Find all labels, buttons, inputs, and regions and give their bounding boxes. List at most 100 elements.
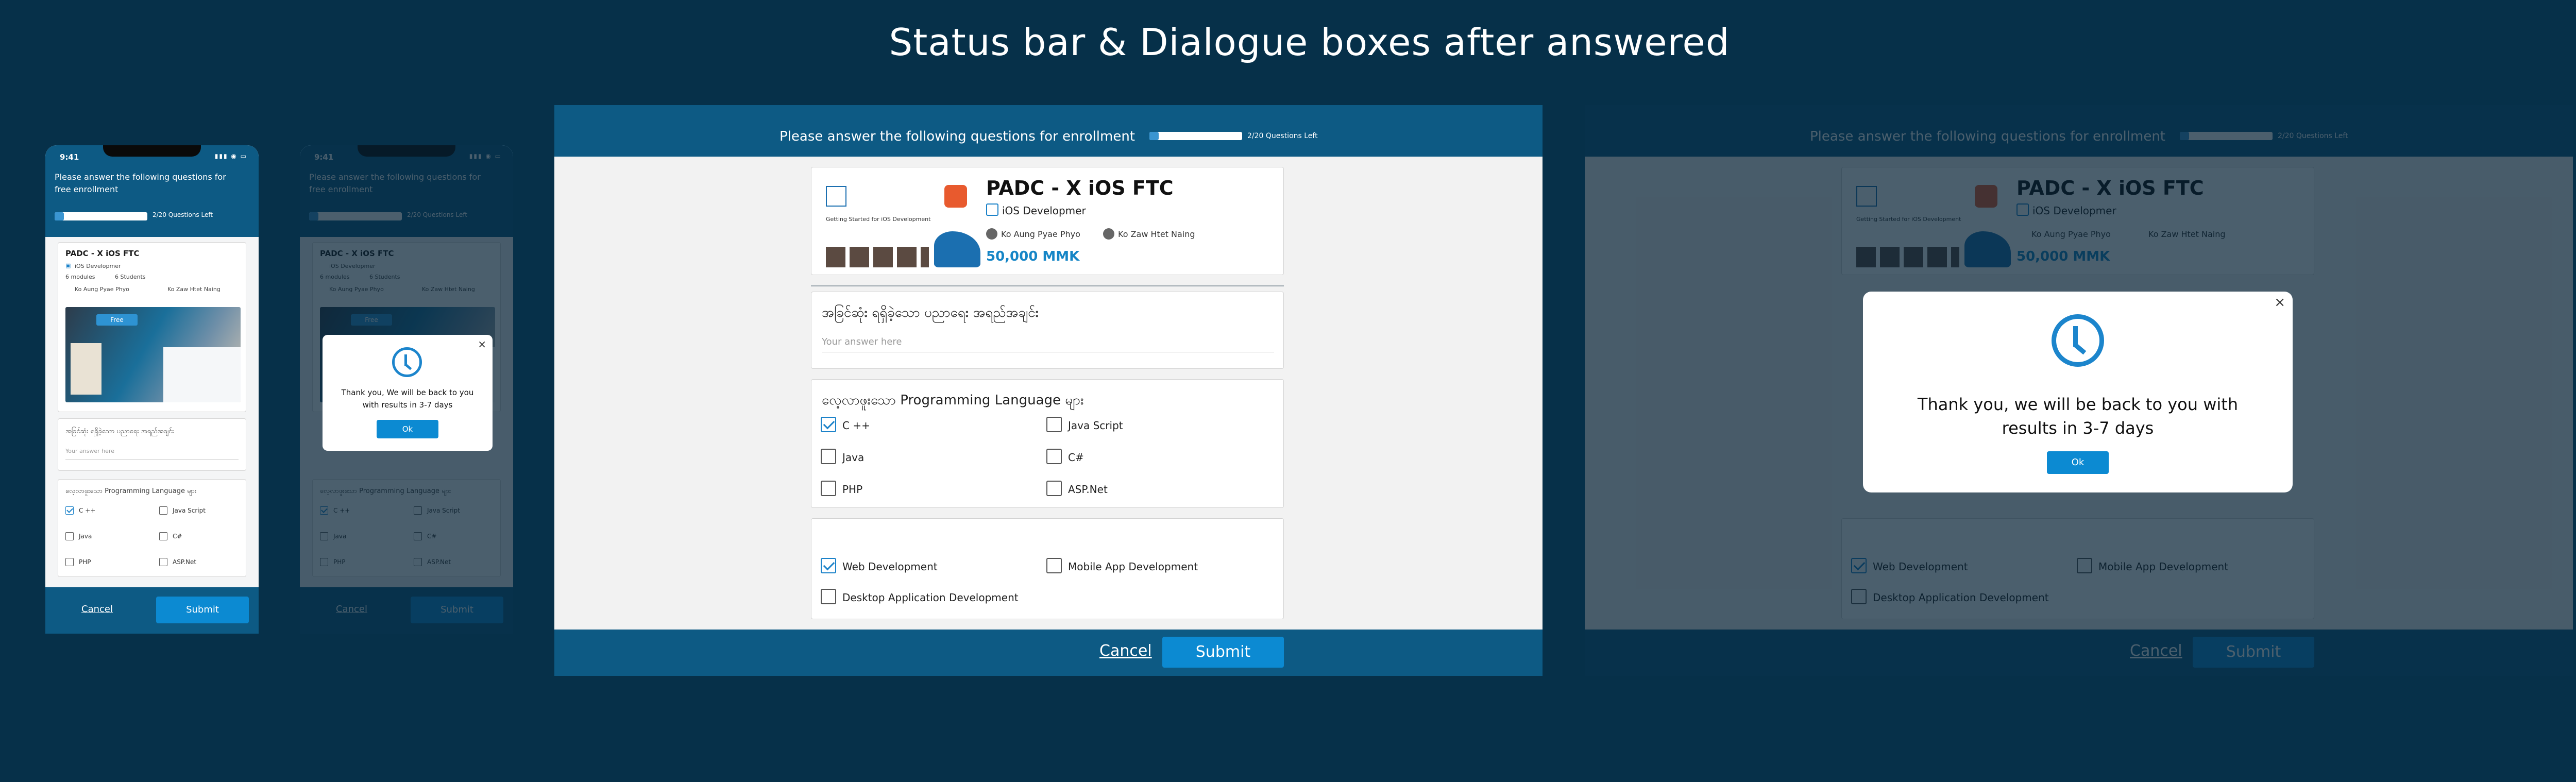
cancel-link[interactable]: Cancel — [1099, 642, 1152, 660]
course-category: iOS Developmer — [75, 263, 121, 269]
checkbox-php[interactable] — [65, 558, 74, 566]
free-badge: Free — [96, 314, 138, 326]
submit-button[interactable]: Submit — [156, 597, 249, 623]
label-javascript: Java Script — [1068, 419, 1123, 432]
checkbox-mobile-dev[interactable] — [1046, 558, 1062, 573]
label-c: C ++ — [842, 419, 870, 432]
close-icon[interactable]: × — [478, 338, 486, 350]
checkbox-javascript[interactable] — [1046, 417, 1062, 432]
bird-icon — [934, 231, 980, 267]
course-students: 6 Students — [115, 274, 146, 280]
checkbox-csharp[interactable] — [1046, 449, 1062, 464]
clock-icon — [2052, 314, 2104, 367]
label-javascript: Java Script — [173, 507, 206, 514]
web-dialog-state: Please answer the following questions fo… — [1585, 105, 2573, 676]
page-title: Status bar & Dialogue boxes after answer… — [889, 21, 1730, 64]
instructor-2: Ko Zaw Htet Naing — [167, 286, 221, 293]
label-desktop-dev: Desktop Application Development — [842, 591, 1019, 604]
question-2-text: လေ့လာဖူးသော Programming Language များ — [65, 487, 197, 495]
web-header: Please answer the following questions fo… — [554, 105, 1543, 157]
close-icon[interactable]: × — [2274, 295, 2285, 310]
course-card[interactable]: Getting Started for iOS Development PADC… — [811, 167, 1284, 275]
course-thumbnail: Getting Started for iOS Development — [819, 175, 982, 267]
instructor-2: Ko Zaw Htet Naing — [1118, 229, 1195, 239]
avatar-icon — [986, 228, 997, 240]
checkbox-java[interactable] — [65, 532, 74, 540]
question-1-card: အခြင်ဆုံး ရရှိခဲ့သော ပညာရေး အရည်အချင်း Y… — [58, 418, 246, 471]
result-dialog: × Thank you, we will be back to you with… — [1863, 292, 2293, 492]
questions-left: 2/20 Questions Left — [152, 211, 213, 218]
label-csharp: C# — [1068, 451, 1084, 464]
developer-icon — [986, 203, 998, 216]
phone-header: 9:41 ▮▮▮ ◉ ▭ Please answer the following… — [45, 145, 259, 237]
phone-form: 9:41 ▮▮▮ ◉ ▭ Please answer the following… — [45, 145, 259, 634]
checkbox-aspnet[interactable] — [1046, 481, 1062, 496]
progress-fill — [55, 212, 64, 220]
checkbox-java[interactable] — [821, 449, 836, 464]
dialog-message: Thank you, we will be back to you with r… — [1917, 395, 2239, 438]
developer-icon: ▣ — [65, 262, 71, 269]
progress-fill — [1149, 132, 1159, 140]
instructor-photos — [826, 247, 929, 267]
label-web-dev: Web Development — [842, 560, 938, 573]
label-aspnet: ASP.Net — [173, 558, 197, 566]
course-category: iOS Developmer — [1002, 205, 1086, 217]
checkbox-php[interactable] — [821, 481, 836, 496]
question-1-text: အခြင်ဆုံး ရရှိခဲ့သော ပညာရေး အရည်အချင်း — [65, 428, 174, 435]
question-1-text: အခြင်ဆုံး ရရှိခဲ့သော ပညာရေး အရည်အချင်း — [822, 305, 1039, 320]
phone-dialog-state: 9:41 ▮▮▮ ◉ ▭ Please answer the following… — [300, 145, 513, 634]
checkbox-desktop-dev[interactable] — [821, 589, 836, 604]
question-3-card: Web Development Mobile App Development D… — [811, 518, 1284, 619]
question-1-card: အခြင်ဆုံး ရရှိခဲ့သော ပညာရေး အရည်အချင်း Y… — [811, 292, 1284, 369]
answer-input[interactable]: Your answer here — [65, 448, 114, 454]
cancel-link[interactable]: Cancel — [81, 604, 113, 615]
checkbox-csharp[interactable] — [159, 532, 167, 540]
input-underline — [65, 459, 239, 460]
checkbox-web-dev[interactable] — [821, 558, 836, 573]
question-header: Please answer the following questions fo… — [55, 172, 226, 194]
thumb-panel — [163, 347, 241, 402]
label-php: PHP — [842, 483, 863, 496]
checkbox-c[interactable] — [65, 506, 74, 515]
checkbox-c[interactable] — [821, 417, 836, 432]
ok-button[interactable]: Ok — [2047, 451, 2109, 474]
avatar-icon — [1103, 228, 1114, 240]
swift-icon — [944, 185, 967, 208]
label-java: Java — [842, 451, 865, 464]
thumb-caption: Getting Started for iOS Development — [826, 216, 931, 223]
clock-icon — [392, 347, 422, 377]
divider — [811, 285, 1284, 286]
label-aspnet: ASP.Net — [1068, 483, 1108, 496]
answer-input[interactable]: Your answer here — [822, 336, 902, 347]
result-dialog: × Thank you, We will be back to you with… — [323, 335, 493, 451]
question-header: Please answer the following questions fo… — [779, 129, 1135, 144]
progress-bar — [1149, 132, 1242, 140]
course-modules: 6 modules — [65, 274, 95, 280]
course-card[interactable]: PADC - X iOS FTC ▣ iOS Developmer 6 modu… — [58, 242, 246, 412]
label-c: C ++ — [79, 507, 96, 514]
submit-button[interactable]: Submit — [1162, 637, 1284, 668]
thumb-strip — [71, 343, 101, 395]
dialog-message: Thank you, We will be back to you with r… — [341, 388, 474, 410]
checkbox-javascript[interactable] — [159, 506, 167, 515]
status-time: 9:41 — [60, 152, 79, 162]
question-2-text: လေ့လာဖူးသော Programming Language များ — [822, 393, 1084, 408]
instructor-1: Ko Aung Pyae Phyo — [1001, 229, 1080, 239]
phone-footer: Cancel Submit — [45, 587, 259, 634]
progress-bar — [55, 212, 147, 220]
label-php: PHP — [79, 558, 91, 566]
brand-logo — [826, 186, 846, 207]
checkbox-aspnet[interactable] — [159, 558, 167, 566]
course-thumbnail: Free — [65, 307, 241, 402]
phone-notch — [103, 145, 201, 157]
web-form: Please answer the following questions fo… — [554, 105, 1543, 676]
ok-button[interactable]: Ok — [377, 420, 438, 438]
course-title: PADC - X iOS FTC — [65, 249, 140, 258]
course-title: PADC - X iOS FTC — [986, 177, 1174, 199]
question-2-card: လေ့လာဖူးသော Programming Language များ C … — [811, 379, 1284, 508]
label-csharp: C# — [173, 533, 182, 540]
questions-left: 2/20 Questions Left — [1247, 132, 1318, 140]
question-2-card: လေ့လာဖူးသော Programming Language များ C … — [58, 479, 246, 577]
web-footer: Cancel Submit — [554, 630, 1543, 676]
label-mobile-dev: Mobile App Development — [1068, 560, 1198, 573]
